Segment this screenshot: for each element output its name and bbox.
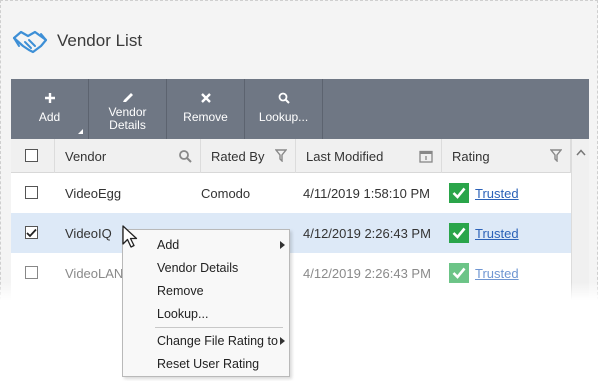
row-checkbox[interactable]	[25, 186, 38, 199]
vendor-cell: VideoIQ	[65, 225, 112, 241]
table-row[interactable]: VideoIQ 4/12/2019 2:26:43 PM Trusted	[11, 213, 571, 253]
page-header: Vendor List	[11, 23, 142, 59]
check-icon	[26, 228, 37, 237]
column-rated-by-label: Rated By	[211, 148, 265, 164]
dropdown-caret-icon	[78, 129, 83, 134]
last-modified-cell: 4/12/2019 2:26:43 PM	[303, 225, 431, 241]
table-header: Vendor Rated By Last Modified Rating	[11, 139, 589, 173]
submenu-arrow-icon	[280, 337, 285, 345]
vertical-scrollbar[interactable]	[571, 139, 589, 301]
toolbar: Add Vendor Details Remove Lookup...	[11, 79, 589, 139]
x-icon	[200, 91, 212, 105]
mouse-pointer-icon	[122, 225, 138, 248]
chevron-up-icon[interactable]	[576, 149, 586, 156]
menu-item-label: Remove	[157, 283, 204, 298]
check-icon	[449, 223, 469, 243]
vendor-table: Vendor Rated By Last Modified Rating Vid…	[11, 139, 589, 301]
submenu-arrow-icon	[280, 241, 285, 249]
check-icon	[449, 183, 469, 203]
remove-button-label: Remove	[183, 110, 228, 124]
rating-link[interactable]: Trusted	[475, 226, 519, 241]
column-last-modified-label: Last Modified	[306, 148, 384, 164]
rated-by-cell: Comodo	[201, 185, 251, 201]
torn-edge-fade	[0, 282, 598, 308]
column-vendor-label: Vendor	[65, 148, 107, 164]
calendar-icon[interactable]	[419, 149, 433, 163]
rating-link[interactable]: Trusted	[475, 266, 519, 281]
add-button[interactable]: Add	[11, 79, 89, 139]
row-checkbox[interactable]	[25, 266, 38, 279]
page-title: Vendor List	[57, 31, 143, 50]
menu-item-lookup[interactable]: Lookup...	[123, 302, 289, 325]
pen-icon	[121, 89, 135, 103]
row-checkbox[interactable]	[25, 226, 38, 239]
lookup-button-label: Lookup...	[258, 110, 309, 124]
column-rating-label: Rating	[452, 148, 490, 164]
menu-item-label: Change File Rating to	[157, 333, 278, 348]
last-modified-cell: 4/11/2019 1:58:10 PM	[303, 185, 430, 201]
vendor-cell: VideoEgg	[65, 185, 122, 201]
menu-item-label: Vendor Details	[157, 260, 239, 275]
search-icon	[278, 91, 290, 105]
column-last-modified[interactable]: Last Modified	[296, 139, 442, 173]
menu-item-label: Reset User Rating	[157, 356, 260, 371]
menu-item-label: Lookup...	[157, 306, 209, 321]
table-row[interactable]: VideoEgg Comodo 4/11/2019 1:58:10 PM Tru…	[11, 173, 571, 213]
menu-separator	[155, 327, 283, 328]
menu-item-reset-user-rating[interactable]: Reset User Rating	[123, 352, 289, 375]
rating-cell: Trusted	[449, 173, 519, 213]
column-rating[interactable]: Rating	[442, 139, 571, 173]
menu-item-remove[interactable]: Remove	[123, 279, 289, 302]
vendor-list-panel: Vendor List Add Vendor Details Remove Lo…	[0, 0, 598, 301]
rating-cell: Trusted	[449, 213, 519, 253]
menu-item-vendor-details[interactable]: Vendor Details	[123, 256, 289, 279]
select-all-checkbox[interactable]	[25, 149, 38, 162]
plus-icon	[44, 91, 56, 105]
filter-icon[interactable]	[550, 149, 562, 162]
filter-icon[interactable]	[275, 149, 287, 162]
menu-item-change-file-rating[interactable]: Change File Rating to	[123, 329, 289, 352]
lookup-button[interactable]: Lookup...	[245, 79, 323, 139]
context-menu: Add Vendor Details Remove Lookup... Chan…	[122, 229, 290, 377]
select-all-column	[11, 139, 55, 173]
column-vendor[interactable]: Vendor	[55, 139, 201, 173]
vendor-details-button[interactable]: Vendor Details	[89, 79, 167, 139]
menu-item-label: Add	[157, 237, 180, 252]
rating-link[interactable]: Trusted	[475, 186, 519, 201]
remove-button[interactable]: Remove	[167, 79, 245, 139]
menu-item-add[interactable]: Add	[123, 233, 289, 256]
search-icon[interactable]	[178, 149, 192, 163]
vendor-details-label-line2: Details	[109, 118, 146, 132]
check-icon	[449, 263, 469, 283]
add-button-label: Add	[38, 110, 61, 124]
handshake-icon	[12, 30, 48, 54]
column-rated-by[interactable]: Rated By	[201, 139, 296, 173]
